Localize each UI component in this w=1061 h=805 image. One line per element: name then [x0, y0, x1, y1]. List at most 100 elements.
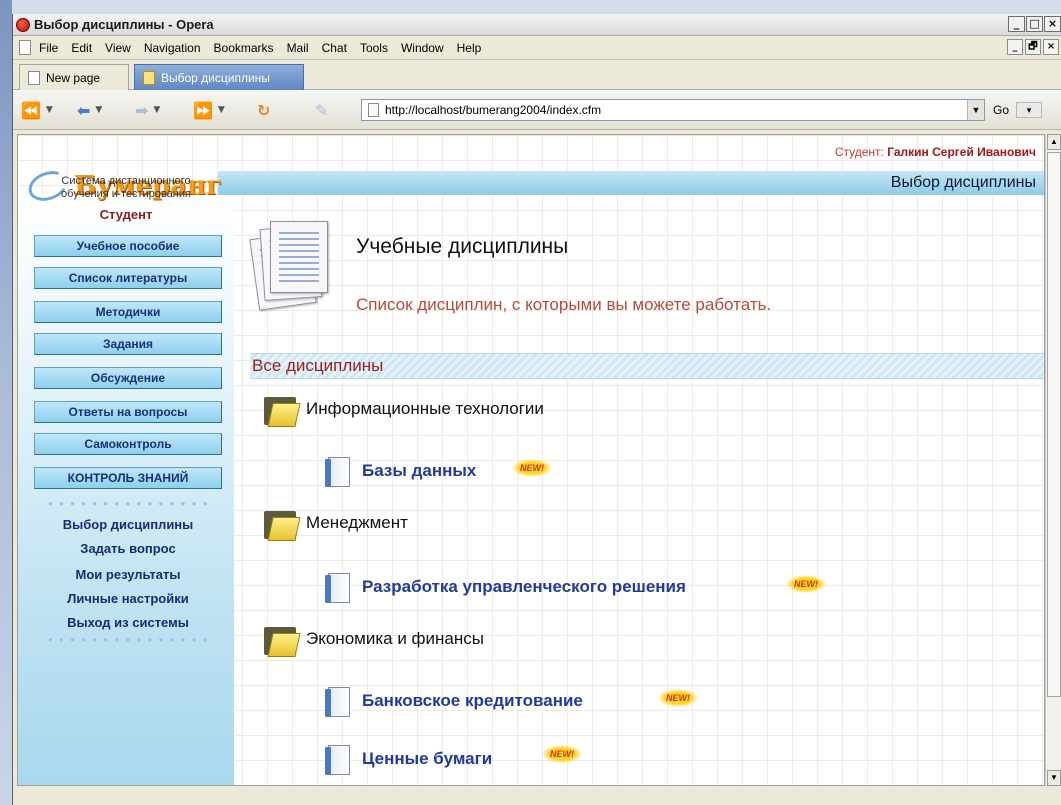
system-name: Система дистанционного обучения и тестир…	[28, 175, 224, 201]
menu-file[interactable]: File	[39, 41, 58, 55]
documents-illustration-icon	[249, 221, 332, 311]
scroll-down-icon[interactable]: ▼	[1047, 770, 1061, 786]
document-icon	[322, 685, 352, 719]
menu-view[interactable]: View	[105, 41, 131, 55]
discipline-link[interactable]: Банковское кредитование	[362, 691, 583, 711]
menu-navigation[interactable]: Navigation	[144, 41, 201, 55]
minimize-button[interactable]: _	[1008, 16, 1025, 32]
section-header: Все дисциплины	[250, 353, 1044, 379]
page-icon	[368, 103, 379, 117]
header-title: Выбор дисциплины	[890, 174, 1036, 191]
student-label: Студент:	[834, 145, 884, 159]
fast-forward-button[interactable]: ⏩ ▼	[193, 100, 225, 120]
nav-self-control-button[interactable]: Самоконтроль	[34, 433, 222, 455]
tab-bar: New page Выбор дисциплины	[13, 60, 1061, 90]
header-band: Выбор дисциплины	[218, 171, 1044, 195]
page-restore-button[interactable]: 🗗	[1025, 39, 1041, 55]
fast-forward-icon: ⏩	[193, 100, 213, 120]
menu-tools[interactable]: Tools	[360, 41, 388, 55]
divider-dots: ● ● ● ● ● ● ● ● ● ● ● ● ● ● ●	[48, 499, 210, 508]
document-icon	[322, 743, 352, 777]
menu-help[interactable]: Help	[457, 41, 482, 55]
title-bar[interactable]: Выбор дисциплины - Opera _ □ ×	[13, 14, 1061, 36]
new-badge: NEW!	[512, 459, 552, 477]
link-personal-settings[interactable]: Личные настройки	[34, 591, 222, 606]
page-subtitle: Список дисциплин, с которыми вы можете р…	[356, 295, 772, 314]
menu-edit[interactable]: Edit	[71, 41, 92, 55]
reload-icon: ↻	[257, 100, 271, 120]
scrollbar-thumb[interactable]	[1047, 152, 1061, 697]
page-viewport: Студент: Галкин Сергей Иванович Выбор ди…	[17, 134, 1045, 786]
discipline-link[interactable]: Базы данных	[362, 461, 476, 481]
menu-chat[interactable]: Chat	[322, 41, 347, 55]
rewind-button[interactable]: ⏪ ▼	[21, 100, 53, 120]
new-badge: NEW!	[542, 745, 582, 763]
nav-knowledge-control-button[interactable]: КОНТРОЛЬ ЗНАНИЙ	[34, 467, 222, 489]
back-button[interactable]: ⬅ ▼	[77, 100, 102, 120]
tab-label: New page	[46, 70, 101, 85]
folder-icon	[262, 507, 301, 543]
rewind-icon: ⏪	[21, 100, 41, 120]
document-icon	[322, 455, 352, 489]
blank-page-icon	[28, 70, 40, 85]
tab-label: Выбор дисциплины	[161, 70, 270, 85]
category-name: Экономика и финансы	[306, 629, 484, 648]
status-bar	[13, 787, 1061, 805]
system-name-line: обучения и тестирования	[61, 188, 191, 200]
forward-button[interactable]: ➡ ▼	[135, 100, 160, 120]
pencil-icon: ✎	[315, 100, 329, 120]
address-input[interactable]: http://localhost/bumerang2004/index.cfm	[385, 103, 967, 117]
discipline-link[interactable]: Ценные бумаги	[362, 749, 492, 769]
chevron-down-icon[interactable]: ▼	[967, 100, 984, 120]
new-badge: NEW!	[658, 689, 698, 707]
forward-icon: ➡	[135, 100, 149, 120]
browser-window: Выбор дисциплины - Opera _ □ × File Edit…	[12, 14, 1061, 805]
divider-dots: ● ● ● ● ● ● ● ● ● ● ● ● ● ● ●	[48, 635, 210, 644]
link-choose-discipline[interactable]: Выбор дисциплины	[34, 517, 222, 532]
go-button[interactable]: Go	[993, 103, 1009, 117]
chevron-down-icon[interactable]: ▼	[153, 105, 160, 115]
link-logout[interactable]: Выход из системы	[34, 615, 222, 630]
window-title: Выбор дисциплины - Opera	[34, 17, 214, 32]
close-button[interactable]: ×	[1044, 16, 1061, 32]
nav-textbook-button[interactable]: Учебное пособие	[34, 235, 222, 257]
maximize-button[interactable]: □	[1026, 16, 1043, 32]
student-name: Галкин Сергей Иванович	[887, 145, 1036, 159]
reload-button[interactable]: ↻	[257, 100, 270, 120]
edit-button[interactable]: ✎	[315, 100, 328, 120]
opera-logo-icon	[16, 17, 30, 32]
tab-current[interactable]: Выбор дисциплины	[134, 64, 304, 90]
nav-manuals-button[interactable]: Методички	[34, 301, 222, 323]
back-icon: ⬅	[77, 100, 91, 120]
menu-window[interactable]: Window	[401, 41, 444, 55]
nav-literature-button[interactable]: Список литературы	[34, 267, 222, 289]
tab-new-page[interactable]: New page	[19, 64, 129, 90]
page-close-button[interactable]: ×	[1043, 39, 1059, 55]
section-title: Все дисциплины	[252, 356, 384, 375]
page-menu-icon[interactable]	[19, 40, 31, 55]
category-name: Менеджмент	[306, 513, 408, 532]
nav-answers-button[interactable]: Ответы на вопросы	[34, 401, 222, 423]
page-title: Учебные дисциплины	[356, 235, 569, 258]
system-name-line: Система дистанционного	[61, 175, 191, 187]
vertical-scrollbar[interactable]: ▲ ▼	[1045, 134, 1061, 786]
link-my-results[interactable]: Мои результаты	[34, 567, 222, 582]
student-info: Студент: Галкин Сергей Иванович	[835, 145, 1036, 159]
scroll-up-icon[interactable]: ▲	[1047, 134, 1061, 150]
link-ask-question[interactable]: Задать вопрос	[34, 541, 222, 556]
document-icon	[322, 571, 352, 605]
navigation-toolbar: ⏪ ▼ ⬅ ▼ ➡ ▼ ⏩ ▼ ↻ ✎ http://localhost/bum…	[13, 90, 1061, 130]
menu-bookmarks[interactable]: Bookmarks	[214, 41, 274, 55]
page-minimize-button[interactable]: _	[1007, 39, 1023, 55]
chevron-down-icon[interactable]: ▼	[46, 105, 53, 115]
role-title: Студент	[99, 207, 153, 222]
chevron-down-icon[interactable]: ▼	[95, 105, 102, 115]
menu-mail[interactable]: Mail	[287, 41, 309, 55]
chevron-down-icon[interactable]: ▼	[218, 105, 225, 115]
nav-assignments-button[interactable]: Задания	[34, 333, 222, 355]
category-name: Информационные технологии	[306, 399, 544, 418]
search-engine-button[interactable]: ▾	[1016, 102, 1042, 118]
address-bar[interactable]: http://localhost/bumerang2004/index.cfm …	[361, 99, 985, 121]
nav-discussion-button[interactable]: Обсуждение	[34, 367, 222, 389]
discipline-link[interactable]: Разработка управленческого решения	[362, 577, 686, 597]
